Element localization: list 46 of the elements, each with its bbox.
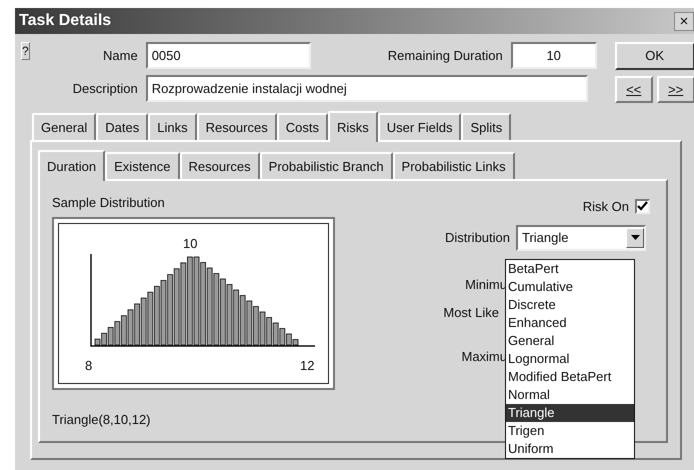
tab[interactable]: Existence: [105, 152, 180, 179]
tab[interactable]: Resources: [180, 152, 260, 179]
window-title: Task Details: [19, 11, 112, 31]
list-option[interactable]: Triangle: [506, 404, 634, 422]
close-button[interactable]: ×: [674, 12, 694, 30]
tab[interactable]: Links: [148, 113, 197, 140]
name-field[interactable]: 0050: [146, 42, 311, 69]
tab[interactable]: General: [32, 113, 96, 140]
help-button[interactable]: ?: [21, 42, 30, 60]
tab[interactable]: Costs: [276, 113, 328, 140]
list-option[interactable]: Modified BetaPert: [506, 368, 634, 386]
tab[interactable]: Probabilistic Branch: [260, 152, 393, 179]
list-option[interactable]: Uniform: [506, 440, 634, 458]
risk-on-label: Risk On: [582, 198, 629, 216]
chart-title: Sample Distribution: [52, 194, 166, 212]
axis-min-label: 8: [85, 356, 92, 374]
tab[interactable]: Resources: [196, 113, 277, 140]
previous-button[interactable]: <<: [614, 76, 653, 103]
tab[interactable]: Duration: [38, 150, 106, 181]
distribution-formula: Triangle(8,10,12): [52, 410, 152, 429]
list-option[interactable]: Trigen: [506, 422, 634, 440]
peak-label: 10: [183, 234, 198, 252]
tab[interactable]: User Fields: [378, 113, 462, 140]
remaining-duration-label: Remaining Duration: [386, 46, 503, 65]
next-button[interactable]: >>: [656, 76, 694, 103]
tab[interactable]: Dates: [96, 113, 148, 140]
tab[interactable]: Probabilistic Links: [392, 152, 515, 179]
tab[interactable]: Splits: [461, 113, 512, 140]
axis-max-label: 12: [300, 356, 314, 374]
list-option[interactable]: Discrete: [506, 296, 634, 314]
list-option[interactable]: Enhanced: [506, 314, 634, 332]
list-option[interactable]: Normal: [506, 386, 634, 404]
parameter-label: Most Like: [443, 304, 499, 322]
distribution-dropdown[interactable]: Triangle: [516, 224, 646, 250]
list-option[interactable]: Cumulative: [506, 278, 634, 296]
remaining-duration-field[interactable]: 10: [510, 42, 597, 69]
list-option[interactable]: Lognormal: [506, 350, 634, 368]
description-label: Description: [72, 80, 138, 98]
list-option[interactable]: General: [506, 332, 634, 350]
description-field[interactable]: Rozprowadzenie instalacji wodnej: [146, 75, 588, 102]
distribution-label: Distribution: [444, 228, 510, 247]
ok-button[interactable]: OK: [614, 42, 694, 70]
risk-on-checkbox[interactable]: [635, 199, 650, 214]
list-option[interactable]: BetaPert: [506, 260, 634, 278]
tab[interactable]: Risks: [328, 111, 378, 142]
name-label: Name: [102, 46, 138, 65]
